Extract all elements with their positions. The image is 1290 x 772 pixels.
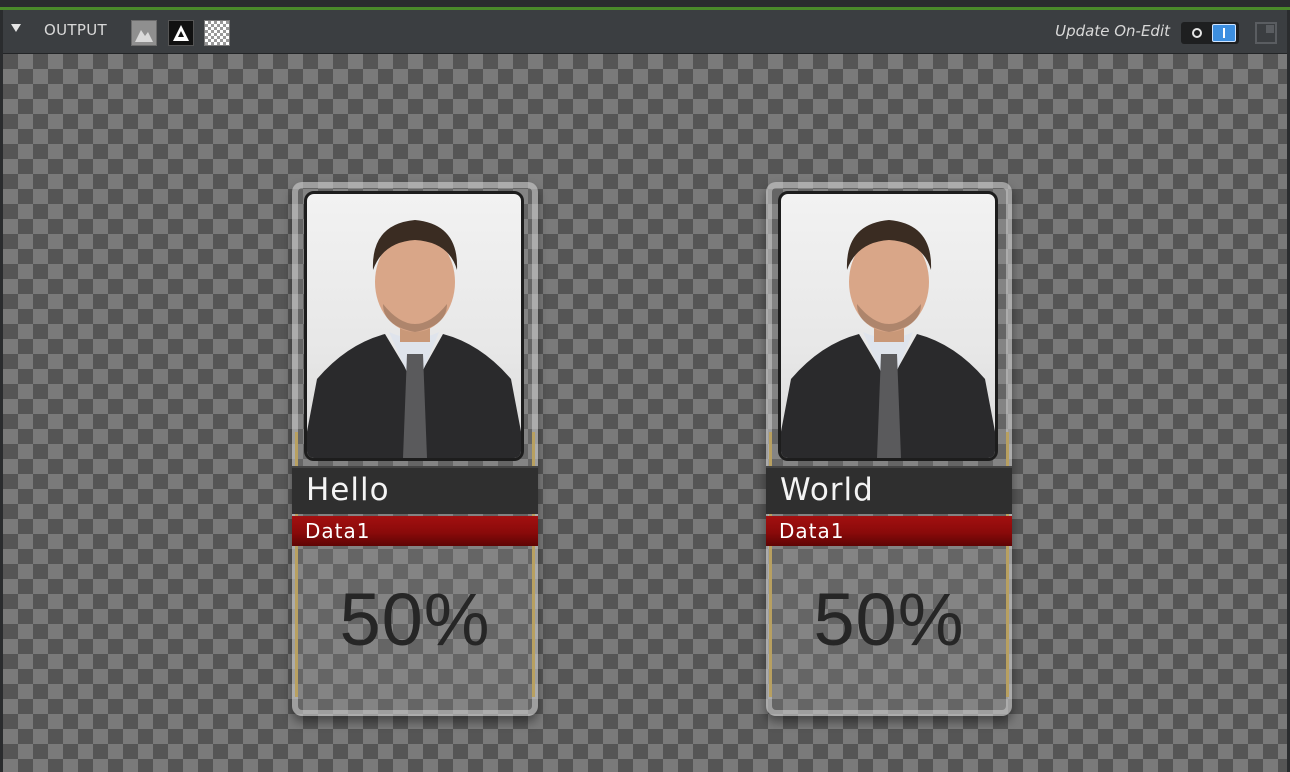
rgb-view-button[interactable]	[131, 20, 157, 46]
card-data-label: Data1	[305, 519, 371, 543]
card-name: Hello	[306, 472, 390, 508]
output-toolbar: OUTPUT Update On-Edit	[3, 10, 1287, 54]
output-label: OUTPUT	[44, 21, 107, 39]
transparency-view-button[interactable]	[204, 20, 230, 46]
portrait-photo	[778, 191, 998, 461]
output-canvas: Hello Data1 50% World Data1 50%	[3, 54, 1287, 772]
card-percent: 50%	[813, 578, 965, 661]
rgb-view-icon	[135, 30, 153, 42]
card-data-label: Data1	[779, 519, 845, 543]
card-data-bar: Data1	[292, 516, 538, 546]
collapse-triangle-icon[interactable]	[11, 24, 21, 32]
toggle-knob[interactable]	[1212, 24, 1236, 42]
card-name-bar: World	[766, 466, 1012, 514]
player-card: Hello Data1 50%	[292, 182, 538, 716]
card-name: World	[780, 472, 874, 508]
card-percent: 50%	[339, 578, 491, 661]
toggle-off-icon	[1192, 28, 1202, 38]
card-data-bar: Data1	[766, 516, 1012, 546]
update-on-edit-toggle[interactable]	[1181, 22, 1239, 44]
update-on-edit-label: Update On-Edit	[1055, 22, 1170, 40]
player-card: World Data1 50%	[766, 182, 1012, 716]
alpha-view-button[interactable]	[168, 20, 194, 46]
card-name-bar: Hello	[292, 466, 538, 514]
alpha-view-icon	[173, 25, 189, 41]
portrait-photo	[304, 191, 524, 461]
popout-icon[interactable]	[1255, 22, 1277, 44]
